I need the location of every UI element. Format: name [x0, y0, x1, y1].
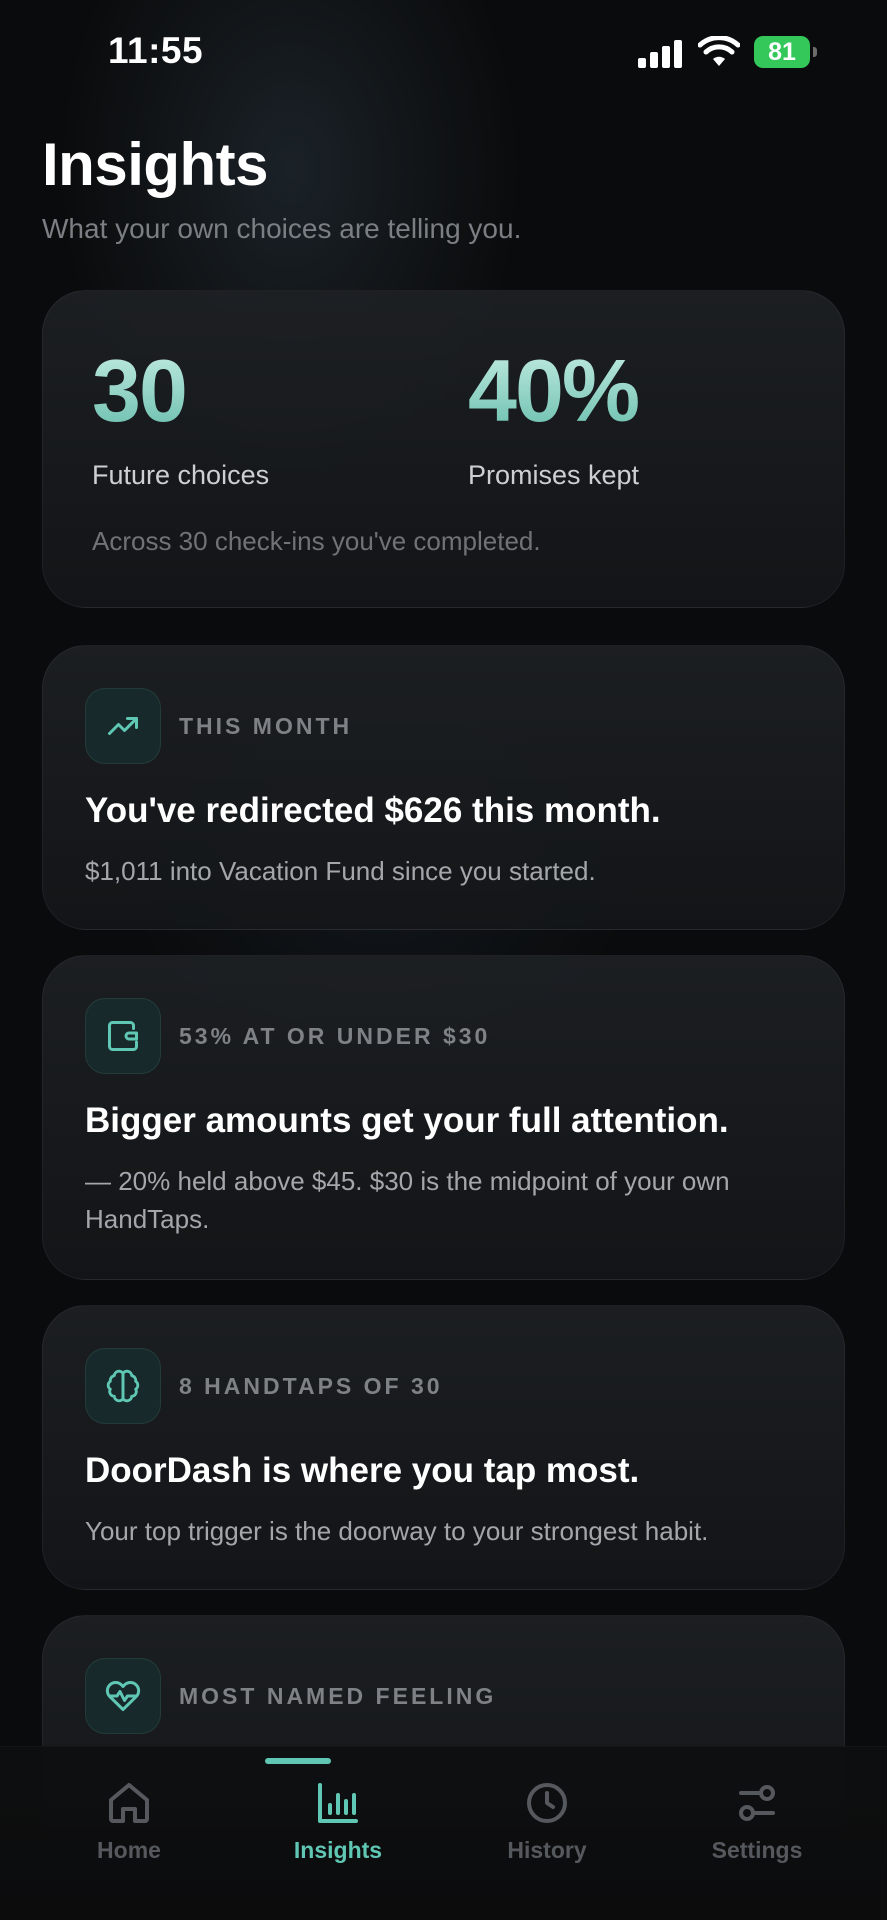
- wifi-icon: [698, 36, 740, 66]
- page-title: Insights: [42, 131, 269, 198]
- nav-label: Insights: [293, 1837, 383, 1863]
- nav-label: Settings: [711, 1837, 803, 1863]
- promises-kept-value: 40%: [468, 341, 640, 440]
- insight-headline: DoorDash is where you tap most.: [85, 1451, 640, 1490]
- nav-item-insights[interactable]: Insights: [238, 1761, 438, 1881]
- insight-eyebrow: 53% AT OR UNDER $30: [179, 1023, 491, 1049]
- stats-card: [42, 290, 845, 608]
- insight-eyebrow: 8 HANDTAPS OF 30: [179, 1373, 443, 1399]
- insight-body: Your top trigger is the doorway to your …: [85, 1516, 709, 1546]
- insights-screen: 11:55 81 Insights What your own choices …: [0, 0, 887, 1920]
- heart-pulse-icon: [85, 1658, 161, 1734]
- insight-card-amounts[interactable]: 53% AT OR UNDER $30 Bigger amounts get y…: [42, 955, 845, 1280]
- insight-headline: You've redirected $626 this month.: [85, 791, 661, 830]
- sliders-icon: [739, 1785, 775, 1821]
- bar-chart-icon: [318, 1783, 358, 1823]
- insight-card-trigger[interactable]: 8 HANDTAPS OF 30 DoorDash is where you t…: [42, 1305, 845, 1590]
- nav-label: Home: [97, 1837, 161, 1863]
- status-time: 11:55: [108, 30, 204, 71]
- bottom-nav: Home Insights History Settings: [0, 1746, 887, 1920]
- stats-note: Across 30 check-ins you've completed.: [92, 526, 541, 556]
- insight-eyebrow: MOST NAMED FEELING: [179, 1683, 497, 1709]
- trending-up-icon: [85, 688, 161, 764]
- insight-body: $1,011 into Vacation Fund since you star…: [85, 856, 596, 886]
- home-icon: [109, 1783, 149, 1823]
- nav-label: History: [507, 1837, 587, 1863]
- insight-card-this-month[interactable]: THIS MONTH You've redirected $626 this m…: [42, 645, 845, 930]
- battery-tip: [813, 47, 817, 57]
- clock-icon: [527, 1783, 567, 1823]
- nav-item-history[interactable]: History: [447, 1761, 647, 1881]
- active-tab-indicator: [265, 1758, 331, 1764]
- battery-level: 81: [768, 37, 796, 66]
- battery-indicator: 81: [754, 36, 810, 68]
- status-bar: 11:55 81: [0, 0, 887, 100]
- future-choices-label: Future choices: [92, 460, 270, 490]
- nav-item-settings[interactable]: Settings: [657, 1761, 857, 1881]
- wallet-icon: [85, 998, 161, 1074]
- insight-eyebrow: THIS MONTH: [179, 713, 353, 739]
- brain-icon: [85, 1348, 161, 1424]
- insight-headline: Bigger amounts get your full attention.: [85, 1101, 729, 1140]
- page-subtitle: What your own choices are telling you.: [42, 213, 522, 244]
- promises-kept-label: Promises kept: [468, 460, 640, 490]
- nav-item-home[interactable]: Home: [29, 1761, 229, 1881]
- cellular-signal-icon: [638, 40, 684, 68]
- future-choices-value: 30: [92, 341, 188, 440]
- insight-body: — 20% held above $45. $30 is the midpoin…: [85, 1166, 730, 1234]
